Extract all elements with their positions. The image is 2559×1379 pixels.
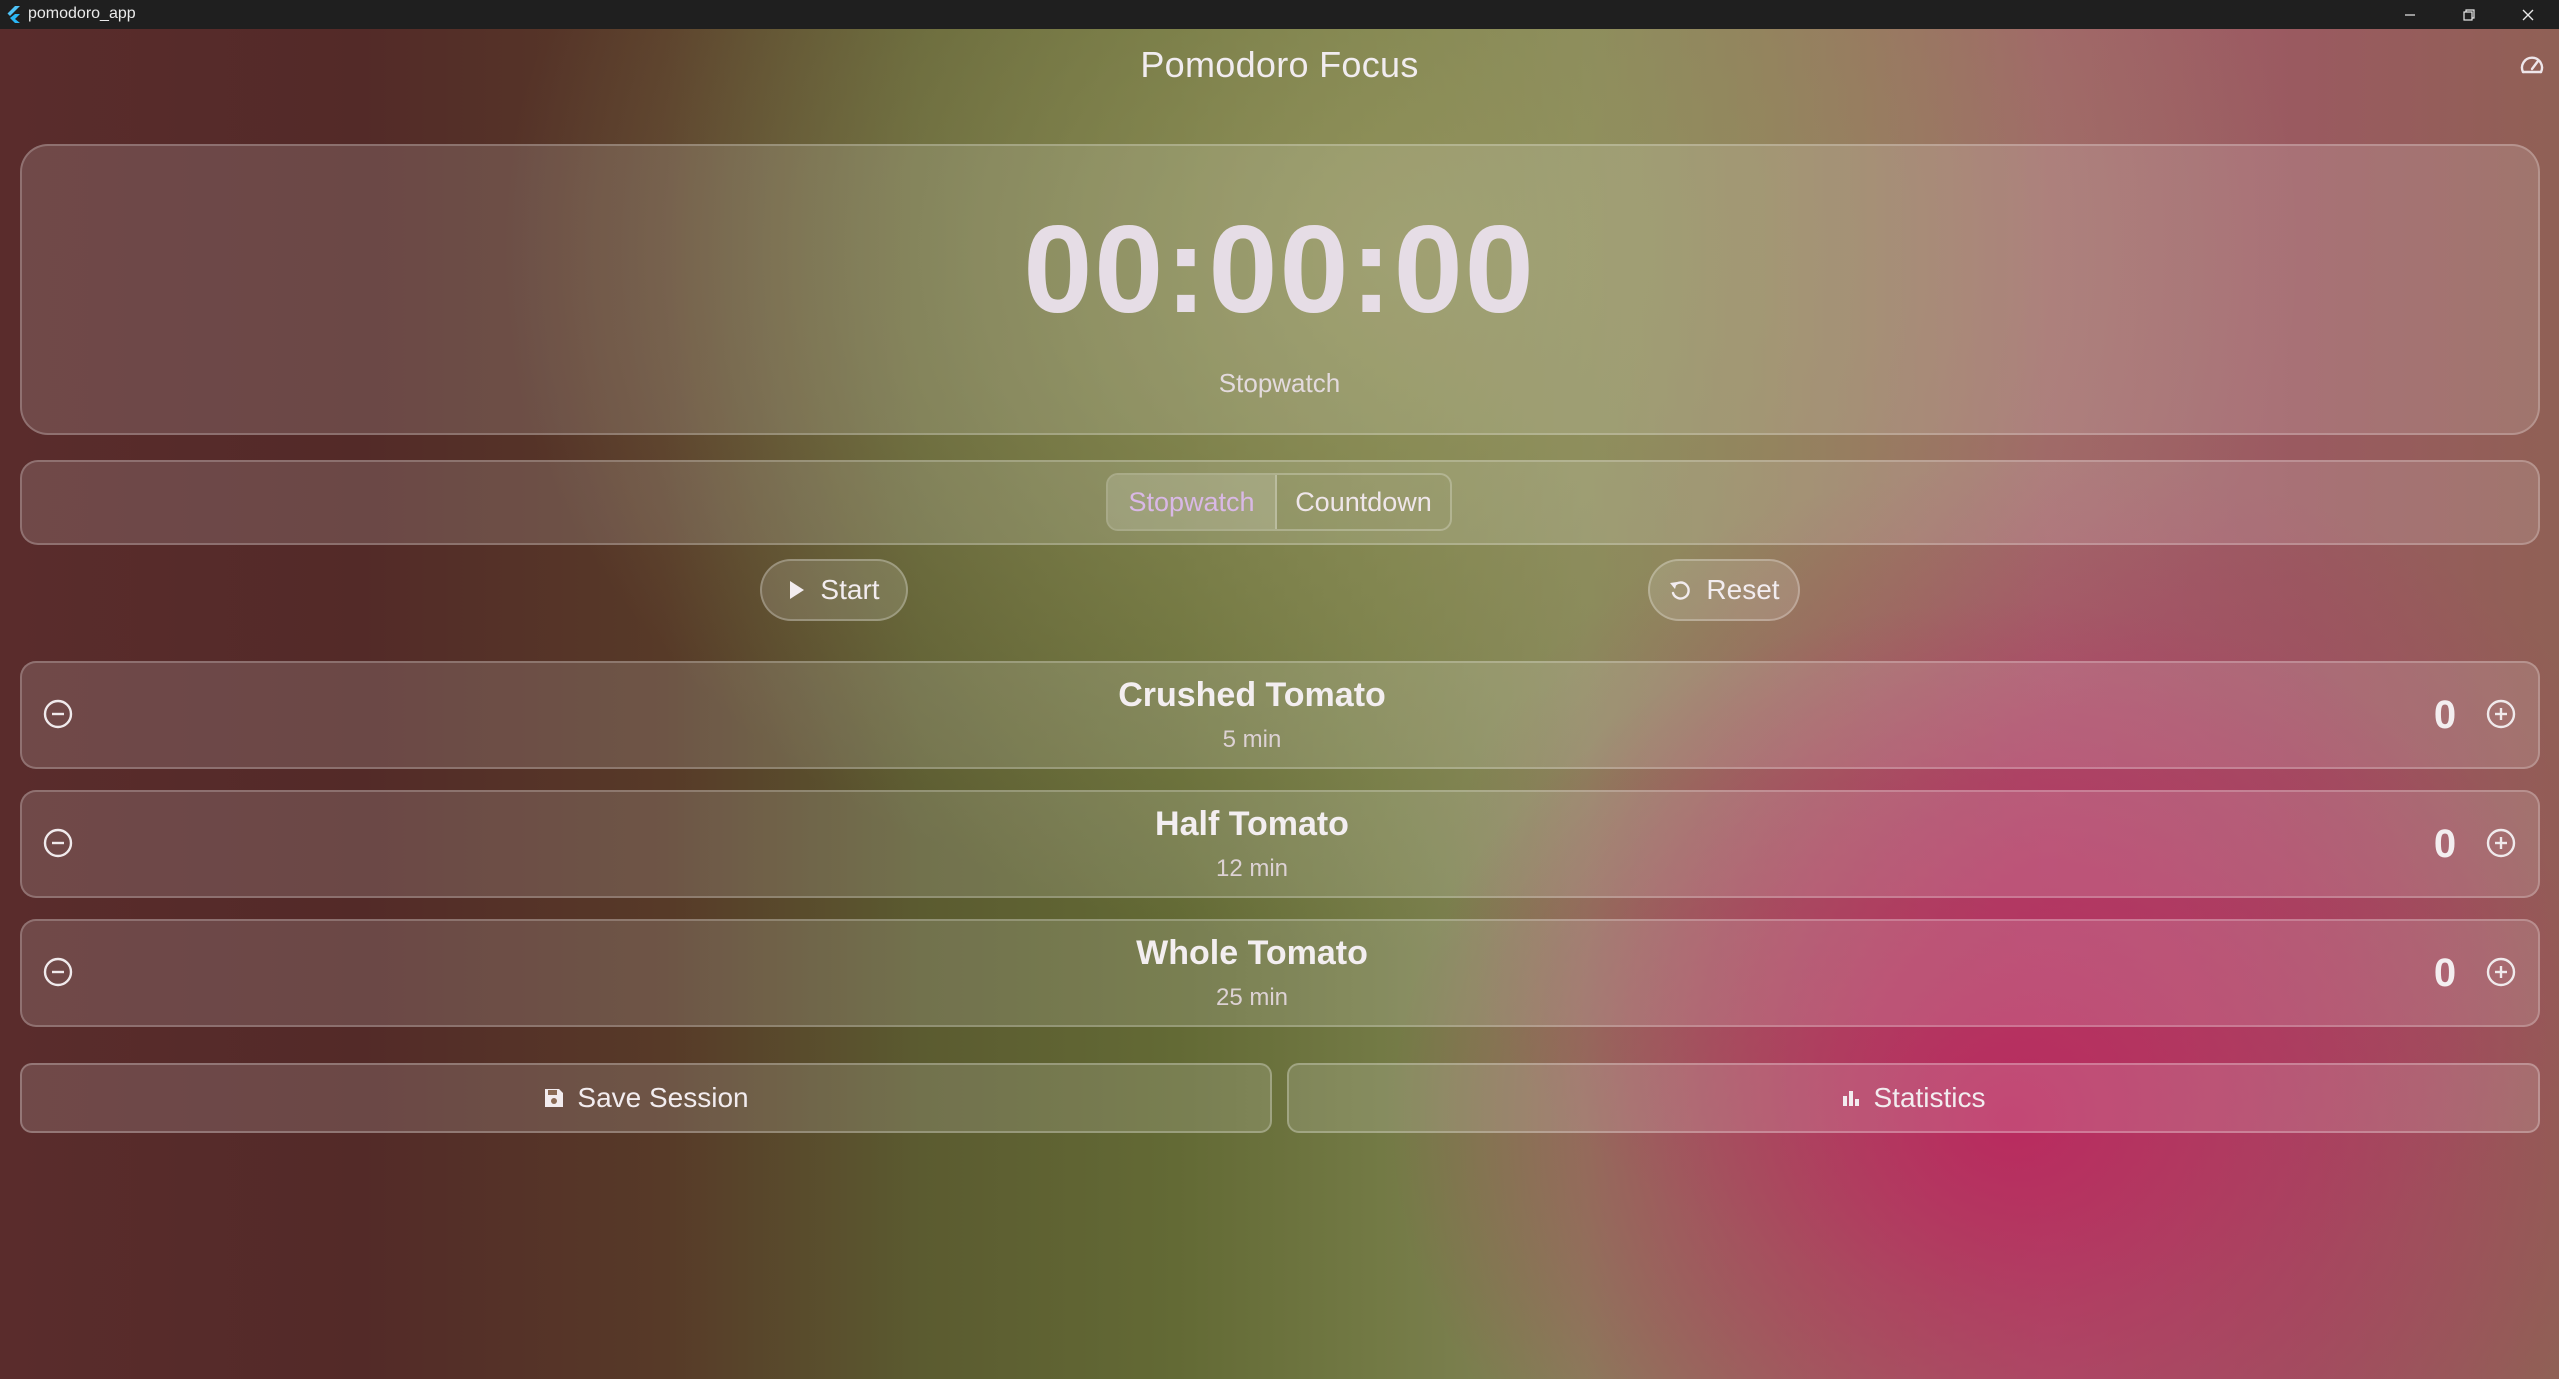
save-session-button[interactable]: Save Session: [20, 1063, 1272, 1133]
restore-button[interactable]: [2440, 0, 2498, 29]
timer-mode-label: Stopwatch: [1218, 368, 1341, 398]
flutter-logo-icon: [7, 6, 20, 23]
minimize-button[interactable]: [2381, 0, 2439, 29]
increment-icon[interactable]: [2484, 955, 2518, 989]
tomato-duration: 12 min: [1215, 855, 1289, 882]
minimize-icon: [2405, 13, 2415, 16]
reset-icon: [1670, 581, 1691, 600]
mode-segmented-control: Stopwatch Countdown: [1106, 473, 1452, 531]
timer-display: 00:00:00: [1023, 201, 1536, 339]
reset-label: Reset: [1706, 574, 1780, 605]
start-label: Start: [820, 574, 880, 605]
play-icon: [790, 581, 805, 599]
tomato-duration: 25 min: [1215, 984, 1289, 1011]
close-icon: [2522, 9, 2534, 20]
increment-icon[interactable]: [2484, 826, 2518, 860]
bar-chart-icon: [1843, 1091, 1860, 1106]
save-session-label: Save Session: [577, 1082, 749, 1113]
window-title: pomodoro_app: [28, 5, 136, 22]
mode-option-stopwatch[interactable]: Stopwatch: [1108, 475, 1277, 529]
tomato-count: 0: [2433, 822, 2457, 866]
restore-icon: [2463, 8, 2475, 21]
window-titlebar: pomodoro_app: [0, 0, 2559, 29]
tomato-count: 0: [2433, 693, 2457, 737]
close-button[interactable]: [2499, 0, 2557, 29]
start-button[interactable]: Start: [760, 559, 908, 621]
increment-icon[interactable]: [2484, 697, 2518, 731]
mode-option-countdown[interactable]: Countdown: [1277, 475, 1450, 529]
save-icon: [545, 1089, 564, 1107]
tomato-name: Whole Tomato: [1136, 934, 1368, 972]
speedometer-icon[interactable]: [2518, 52, 2546, 80]
reset-button[interactable]: Reset: [1648, 559, 1800, 621]
page-title: Pomodoro Focus: [1140, 44, 1419, 85]
statistics-button[interactable]: Statistics: [1287, 1063, 2540, 1133]
tomato-name: Crushed Tomato: [1118, 676, 1386, 714]
tomato-duration: 5 min: [1222, 726, 1282, 753]
statistics-label: Statistics: [1873, 1082, 1986, 1113]
tomato-name: Half Tomato: [1155, 805, 1349, 843]
tomato-count: 0: [2433, 951, 2457, 995]
